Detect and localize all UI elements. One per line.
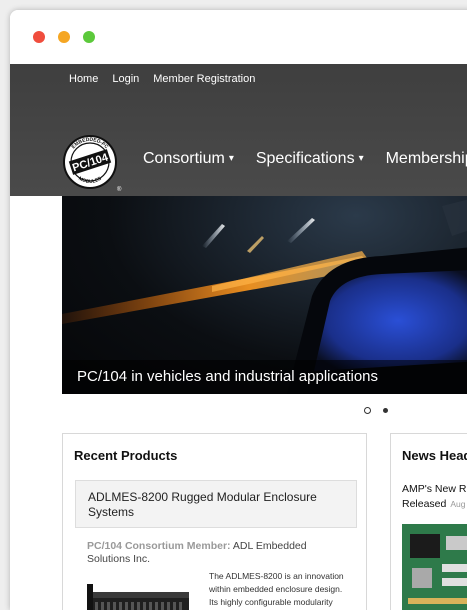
- news-headline-line2: Released Aug: [402, 497, 467, 512]
- site-header: Home Login Member Registration EMBEDDED-…: [10, 64, 467, 196]
- news-date: Aug: [450, 499, 466, 509]
- nav-membership[interactable]: Membership: [386, 150, 467, 168]
- minimize-window-button[interactable]: [58, 31, 70, 43]
- nav-link-home[interactable]: Home: [69, 73, 98, 85]
- nav-specifications[interactable]: Specifications ▾: [256, 150, 364, 168]
- recent-products-panel: Recent Products ADLMES-8200 Rugged Modul…: [62, 433, 367, 610]
- recent-products-title: Recent Products: [74, 448, 178, 463]
- product-name-link[interactable]: ADLMES-8200 Rugged Modular Enclosure Sys…: [88, 490, 348, 520]
- browser-window: Home Login Member Registration EMBEDDED-…: [10, 10, 467, 610]
- chevron-down-icon: ▾: [228, 153, 234, 164]
- news-headline-line2-text: Released: [402, 498, 447, 510]
- main-nav: Consortium ▾ Specifications ▾ Membership: [143, 150, 467, 168]
- news-headline-link[interactable]: AMP's New Ru Released Aug: [402, 482, 467, 512]
- chevron-down-icon: ▾: [358, 153, 364, 164]
- hero-carousel-slide[interactable]: PC/104 in vehicles and industrial applic…: [62, 196, 467, 394]
- nav-link-login[interactable]: Login: [112, 73, 139, 85]
- nav-consortium-label: Consortium: [143, 150, 225, 167]
- product-description: The ADLMES-8200 is an innovation within …: [209, 571, 344, 607]
- news-headline-line1: AMP's New Ru: [402, 483, 467, 495]
- top-nav: Home Login Member Registration: [69, 73, 255, 85]
- close-window-button[interactable]: [33, 31, 45, 43]
- carousel-dot-1[interactable]: [364, 407, 371, 414]
- pc104-logo[interactable]: EMBEDDED-PC MODULES PC/104 ®: [62, 134, 122, 194]
- carousel-indicators: [364, 407, 388, 414]
- nav-link-member-registration[interactable]: Member Registration: [153, 73, 255, 85]
- logo-registered-mark: ®: [117, 186, 122, 193]
- product-image[interactable]: [87, 574, 197, 610]
- hero-caption: PC/104 in vehicles and industrial applic…: [77, 368, 379, 385]
- news-title: News Head: [402, 448, 467, 463]
- zoom-window-button[interactable]: [83, 31, 95, 43]
- product-member-line: PC/104 Consortium Member: ADL Embedded S…: [87, 540, 347, 566]
- nav-specifications-label: Specifications: [255, 150, 355, 167]
- news-panel: News Head AMP's New Ru Released Aug: [390, 433, 467, 610]
- window-titlebar: [10, 10, 467, 64]
- nav-consortium[interactable]: Consortium ▾: [143, 150, 234, 168]
- nav-membership-label: Membership: [385, 150, 467, 167]
- product-header: ADLMES-8200 Rugged Modular Enclosure Sys…: [75, 480, 357, 528]
- member-label: PC/104 Consortium Member:: [87, 540, 231, 552]
- news-image[interactable]: [402, 524, 467, 610]
- carousel-dot-2[interactable]: [383, 408, 388, 413]
